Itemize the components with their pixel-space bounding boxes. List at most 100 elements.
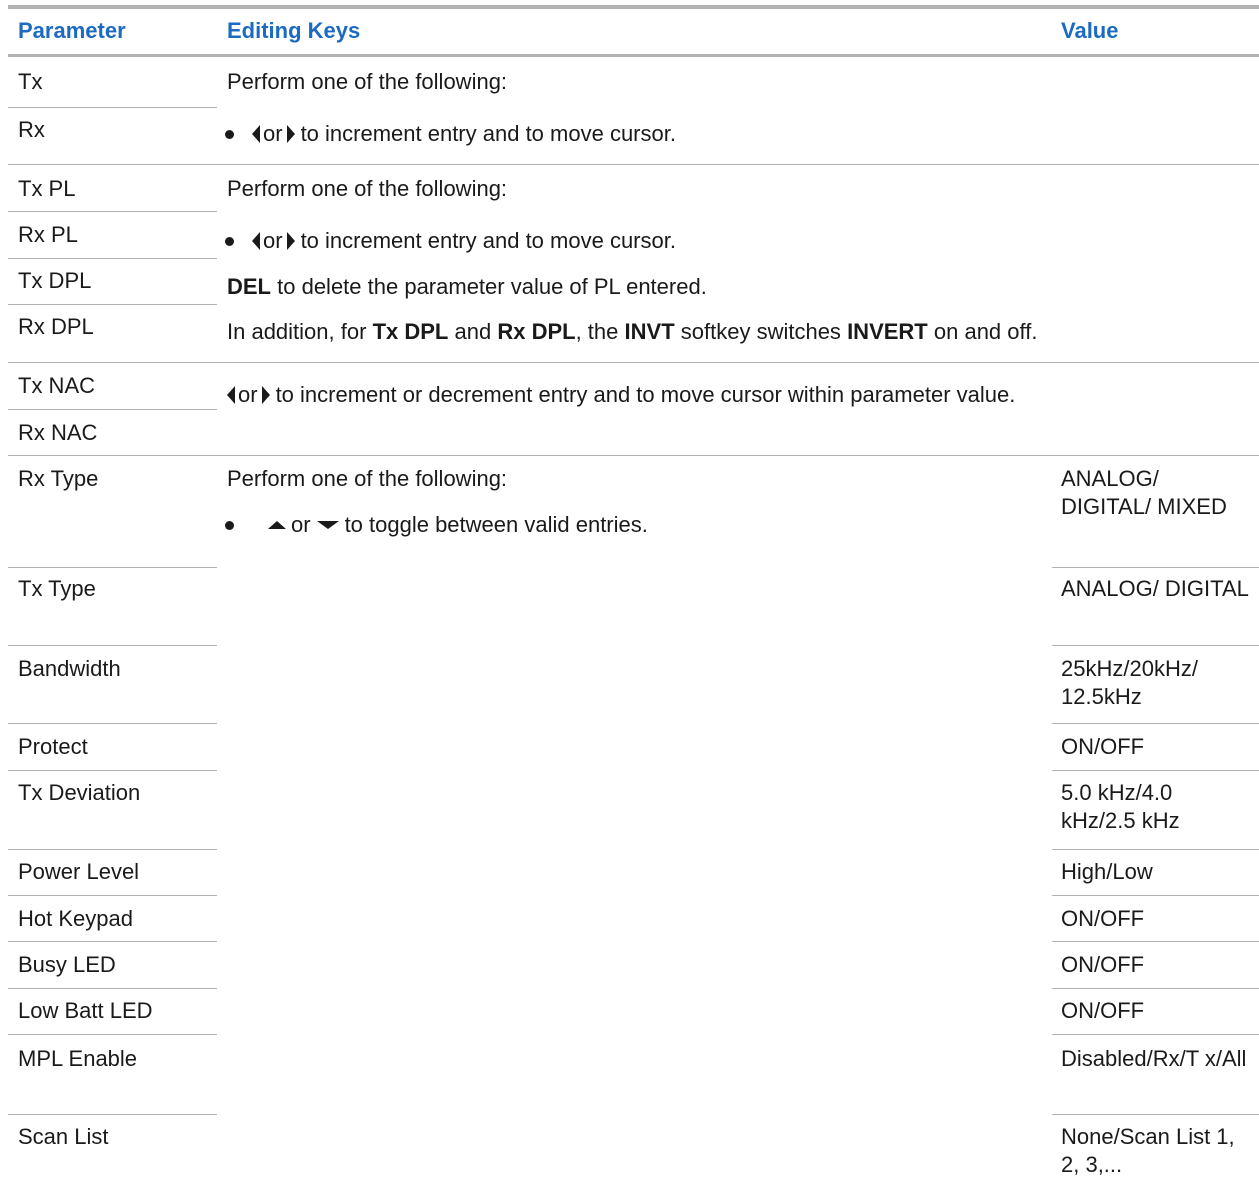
row-divider	[1052, 723, 1259, 724]
group2-intro: Perform one of the following:	[227, 176, 508, 201]
left-triangle-icon	[252, 232, 260, 250]
row-divider	[8, 258, 217, 259]
group4-bullet: or to toggle between valid entries.	[268, 511, 648, 539]
row-divider	[8, 941, 217, 942]
table-top-rule	[8, 5, 1259, 9]
value-hot-keypad: ON/OFF	[1061, 906, 1145, 931]
value-mpl-enable: Disabled/Rx/T x/All	[1061, 1046, 1247, 1071]
row-divider	[1052, 645, 1259, 646]
param-tx: Tx	[18, 69, 43, 94]
param-low-batt-led: Low Batt LED	[18, 998, 153, 1023]
row-divider	[8, 304, 217, 305]
or-word: or	[238, 382, 258, 407]
group2-bullet-text: to increment entry and to move cursor.	[300, 228, 676, 253]
row-divider	[8, 567, 217, 568]
header-parameter: Parameter	[18, 18, 126, 43]
row-divider	[1052, 849, 1259, 850]
value-scan-list: None/Scan List 1, 2, 3,...	[1061, 1124, 1235, 1177]
row-divider	[1052, 895, 1259, 896]
add-text: softkey switches	[680, 319, 841, 344]
row-divider	[8, 988, 217, 989]
row-divider	[8, 409, 217, 410]
row-divider	[8, 211, 217, 212]
parameter-table: Parameter Editing Keys Value Tx Rx Perfo…	[0, 0, 1259, 1187]
row-divider	[1052, 1114, 1259, 1115]
param-protect: Protect	[18, 734, 88, 759]
group3-text: or to increment or decrement entry and t…	[227, 381, 1015, 409]
value-low-batt-led: ON/OFF	[1061, 998, 1145, 1023]
header-rule	[8, 54, 1259, 57]
param-bandwidth: Bandwidth	[18, 656, 121, 681]
row-divider	[8, 645, 217, 646]
bullet-dot	[225, 237, 234, 246]
or-word: or	[291, 512, 311, 537]
param-rx-nac: Rx NAC	[18, 420, 98, 445]
group1-intro: Perform one of the following:	[227, 69, 508, 94]
right-triangle-icon	[286, 232, 295, 250]
param-tx-nac: Tx NAC	[18, 373, 95, 398]
value-tx-type: ANALOG/ DIGITAL	[1061, 576, 1249, 601]
row-divider	[8, 770, 217, 771]
right-triangle-icon	[286, 125, 295, 143]
group-divider	[8, 164, 1259, 165]
tx-dpl-term: Tx DPL	[372, 319, 449, 344]
or-word: or	[263, 228, 283, 253]
or-word: or	[263, 121, 283, 146]
row-divider	[8, 1114, 217, 1115]
row-divider	[8, 107, 217, 108]
param-tx-pl: Tx PL	[18, 176, 76, 201]
param-rx-type: Rx Type	[18, 466, 99, 491]
param-mpl-enable: MPL Enable	[18, 1046, 138, 1071]
down-chevron-icon	[316, 521, 339, 529]
param-rx: Rx	[18, 117, 45, 142]
row-divider	[1052, 988, 1259, 989]
param-scan-list: Scan List	[18, 1124, 109, 1149]
group1-bullet: or to increment entry and to move cursor…	[252, 120, 676, 148]
group4-bullet-text: to toggle between valid entries.	[344, 512, 648, 537]
row-divider	[8, 723, 217, 724]
param-tx-type: Tx Type	[18, 576, 96, 601]
add-text: , the	[575, 319, 619, 344]
row-divider	[8, 1034, 217, 1035]
bullet-dot	[225, 521, 234, 530]
header-editing-keys: Editing Keys	[227, 18, 361, 43]
invt-term: INVT	[624, 319, 675, 344]
value-protect: ON/OFF	[1061, 734, 1145, 759]
param-rx-pl: Rx PL	[18, 222, 78, 247]
row-divider	[1052, 1034, 1259, 1035]
right-triangle-icon	[261, 386, 270, 404]
param-rx-dpl: Rx DPL	[18, 314, 94, 339]
value-tx-deviation: 5.0 kHz/4.0 kHz/2.5 kHz	[1061, 780, 1180, 833]
group2-bullet: or to increment entry and to move cursor…	[252, 227, 676, 255]
left-triangle-icon	[227, 386, 235, 404]
group2-del-line: DEL to delete the parameter value of PL …	[227, 273, 707, 301]
group-divider	[8, 455, 1259, 456]
group1-bullet-text: to increment entry and to move cursor.	[300, 121, 676, 146]
param-busy-led: Busy LED	[18, 952, 116, 977]
row-divider	[1052, 770, 1259, 771]
value-bandwidth: 25kHz/20kHz/ 12.5kHz	[1061, 656, 1198, 709]
left-triangle-icon	[252, 125, 260, 143]
del-text: to delete the parameter value of PL ente…	[277, 274, 707, 299]
param-hot-keypad: Hot Keypad	[18, 906, 133, 931]
value-power-level: High/Low	[1061, 859, 1153, 884]
add-text: and	[454, 319, 492, 344]
rx-dpl-term: Rx DPL	[497, 319, 576, 344]
header-value: Value	[1061, 18, 1119, 43]
invert-term: INVERT	[847, 319, 928, 344]
param-tx-deviation: Tx Deviation	[18, 780, 141, 805]
add-text: on and off.	[933, 319, 1038, 344]
row-divider	[1052, 567, 1259, 568]
up-chevron-icon	[268, 521, 286, 529]
row-divider	[8, 849, 217, 850]
group4-intro: Perform one of the following:	[227, 466, 508, 491]
param-power-level: Power Level	[18, 859, 140, 884]
value-busy-led: ON/OFF	[1061, 952, 1145, 977]
row-divider	[1052, 941, 1259, 942]
row-divider	[8, 895, 217, 896]
bullet-dot	[225, 130, 234, 139]
value-rx-type: ANALOG/ DIGITAL/ MIXED	[1061, 466, 1227, 519]
group3-desc: to increment or decrement entry and to m…	[275, 382, 1016, 407]
group2-addition-line: In addition, for Tx DPL and Rx DPL, the …	[227, 318, 1037, 346]
group-divider	[8, 362, 1259, 363]
